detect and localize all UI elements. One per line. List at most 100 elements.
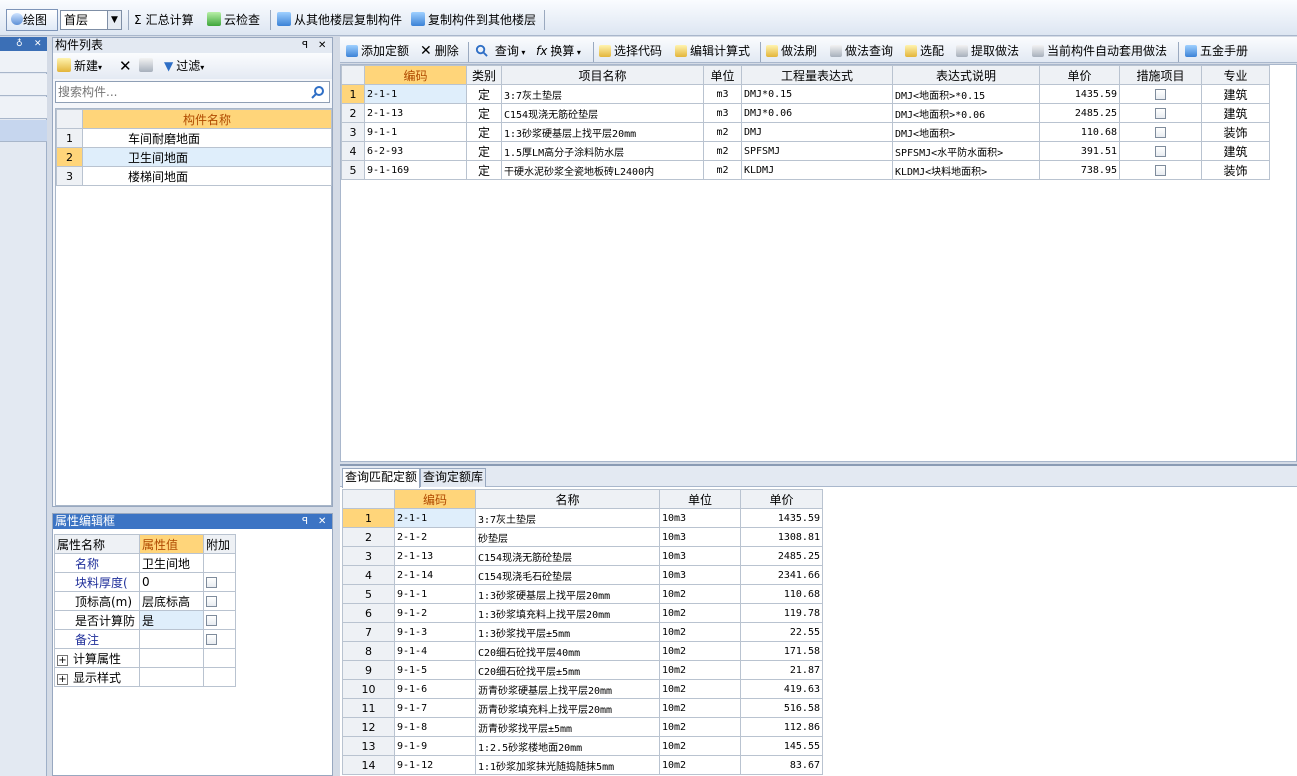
unit-cell[interactable]: m3 [703,84,742,104]
price-cell[interactable]: 2341.66 [740,565,823,585]
price-cell[interactable]: 145.55 [740,736,823,756]
hardware-manual-button[interactable]: 五金手册 [1185,41,1248,61]
column-header-type[interactable]: 类别 [466,65,502,85]
price-cell[interactable]: 21.87 [740,660,823,680]
unit-cell[interactable]: 10m2 [659,698,741,718]
property-row[interactable]: 顶标高(m) 层底标高 [54,591,236,611]
search-icon[interactable] [311,85,325,99]
code-cell[interactable]: 9-1-6 [394,679,476,699]
close-icon[interactable]: ✕ [34,37,42,51]
table-row[interactable]: 5 9-1-169 定 干硬水泥砂浆全瓷地板砖L2400内 m2 KLDMJ K… [341,160,1270,180]
code-cell[interactable]: 9-1-4 [394,641,476,661]
cloud-check-button[interactable]: 云检查 [207,10,260,30]
property-row[interactable]: 是否计算防 是 [54,610,236,630]
auto-apply-button[interactable]: 当前构件自动套用做法 [1032,41,1167,61]
select-code-button[interactable]: 选择代码 [599,41,662,61]
checkbox[interactable] [1155,127,1166,138]
name-cell[interactable]: C154现浇无筋砼垫层 [501,103,704,123]
price-cell[interactable]: 171.58 [740,641,823,661]
code-cell[interactable]: 2-1-1 [394,508,476,528]
dock-row[interactable] [0,51,47,73]
code-cell[interactable]: 2-1-13 [394,546,476,566]
filter-button[interactable]: ▼ 过滤▾ [164,56,204,76]
table-row[interactable]: 10 9-1-6 沥青砂浆硬基层上找平层20mm 10m2 419.63 [342,679,823,699]
property-row[interactable]: + 计算属性 [54,648,236,668]
table-row[interactable]: 3 9-1-1 定 1:3砂浆硬基层上找平层20mm m2 DMJ DMJ<地面… [341,122,1270,142]
expression-cell[interactable]: KLDMJ [741,160,893,180]
copy-from-floor-button[interactable]: 从其他楼层复制构件 [277,10,402,30]
table-row[interactable]: 14 9-1-12 1:1砂浆加浆抹光随捣随抹5mm 10m2 83.67 [342,755,823,775]
price-cell[interactable]: 1308.81 [740,527,823,547]
pin-icon[interactable]: ꟼ [302,38,308,53]
property-group[interactable]: + 显示样式 [54,667,140,687]
code-cell[interactable]: 6-2-93 [364,141,467,161]
close-icon[interactable]: ✕ [318,514,326,529]
table-row[interactable]: 1 2-1-1 3:7灰土垫层 10m3 1435.59 [342,508,823,528]
code-cell[interactable]: 9-1-7 [394,698,476,718]
unit-cell[interactable]: 10m2 [659,755,741,775]
description-cell[interactable]: DMJ<地面积>*0.15 [892,84,1040,104]
select-match-button[interactable]: 选配 [905,41,944,61]
price-cell[interactable]: 119.78 [740,603,823,623]
major-cell[interactable]: 装饰 [1201,122,1270,142]
table-row[interactable]: 1 车间耐磨地面 [56,128,332,148]
column-header-unit[interactable]: 单位 [659,489,741,509]
price-cell[interactable]: 1435.59 [1039,84,1120,104]
property-row[interactable]: 块料厚度( 0 [54,572,236,592]
price-cell[interactable]: 391.51 [1039,141,1120,161]
code-cell[interactable]: 9-1-169 [364,160,467,180]
name-cell[interactable]: 1:3砂浆找平层±5mm [475,622,660,642]
name-cell[interactable]: 3:7灰土垫层 [475,508,660,528]
price-cell[interactable]: 110.68 [1039,122,1120,142]
unit-cell[interactable]: 10m3 [659,508,741,528]
name-cell[interactable]: C154现浇无筋砼垫层 [475,546,660,566]
expression-cell[interactable]: DMJ*0.15 [741,84,893,104]
description-cell[interactable]: DMJ<地面积> [892,122,1040,142]
checkbox[interactable] [206,634,217,645]
name-cell[interactable]: 砂垫层 [475,527,660,547]
table-row[interactable]: 11 9-1-7 沥青砂浆填充料上找平层20mm 10m2 516.58 [342,698,823,718]
type-cell[interactable]: 定 [466,160,502,180]
unit-cell[interactable]: m2 [703,122,742,142]
tab-query-matched[interactable]: 查询匹配定额 [342,468,421,488]
sum-button[interactable]: Σ 汇总计算 [134,10,194,30]
unit-cell[interactable]: 10m2 [659,622,741,642]
table-row[interactable]: 2 卫生间地面 [56,147,332,167]
property-group[interactable]: + 计算属性 [54,648,140,668]
checkbox[interactable] [1155,165,1166,176]
description-cell[interactable]: SPFSMJ<水平防水面积> [892,141,1040,161]
unit-cell[interactable]: 10m3 [659,565,741,585]
column-header-price[interactable]: 单价 [740,489,823,509]
major-cell[interactable]: 建筑 [1201,84,1270,104]
unit-cell[interactable]: 10m2 [659,603,741,623]
type-cell[interactable]: 定 [466,103,502,123]
tab-query-library[interactable]: 查询定额库 [420,468,487,487]
name-cell[interactable]: 沥青砂浆填充料上找平层20mm [475,698,660,718]
type-cell[interactable]: 定 [466,84,502,104]
property-value[interactable]: 是 [139,610,204,630]
new-button[interactable]: 新建▾ [57,56,102,76]
unit-cell[interactable]: 10m2 [659,736,741,756]
delete-quota-button[interactable]: ✕ 删除 [420,41,459,61]
price-cell[interactable]: 1435.59 [740,508,823,528]
pin-icon[interactable]: ♁ [16,37,23,51]
price-cell[interactable]: 516.58 [740,698,823,718]
expression-cell[interactable]: DMJ [741,122,893,142]
name-cell[interactable]: 3:7灰土垫层 [501,84,704,104]
major-cell[interactable]: 建筑 [1201,141,1270,161]
component-name-cell[interactable]: 卫生间地面 [82,147,332,167]
property-row[interactable]: 备注 [54,629,236,649]
name-cell[interactable]: C20细石砼找平层40mm [475,641,660,661]
table-row[interactable]: 1 2-1-1 定 3:7灰土垫层 m3 DMJ*0.15 DMJ<地面积>*0… [341,84,1270,104]
table-row[interactable]: 7 9-1-3 1:3砂浆找平层±5mm 10m2 22.55 [342,622,823,642]
column-header-major[interactable]: 专业 [1201,65,1270,85]
name-cell[interactable]: 干硬水泥砂浆全瓷地板砖L2400内 [501,160,704,180]
pin-icon[interactable]: ꟼ [302,514,308,529]
column-header-name[interactable]: 项目名称 [501,65,704,85]
column-header-description[interactable]: 表达式说明 [892,65,1040,85]
table-row[interactable]: 3 2-1-13 C154现浇无筋砼垫层 10m3 2485.25 [342,546,823,566]
copy-icon[interactable] [139,56,156,76]
table-row[interactable]: 2 2-1-13 定 C154现浇无筋砼垫层 m3 DMJ*0.06 DMJ<地… [341,103,1270,123]
price-cell[interactable]: 738.95 [1039,160,1120,180]
convert-button[interactable]: fx 换算 ▾ [536,41,581,61]
